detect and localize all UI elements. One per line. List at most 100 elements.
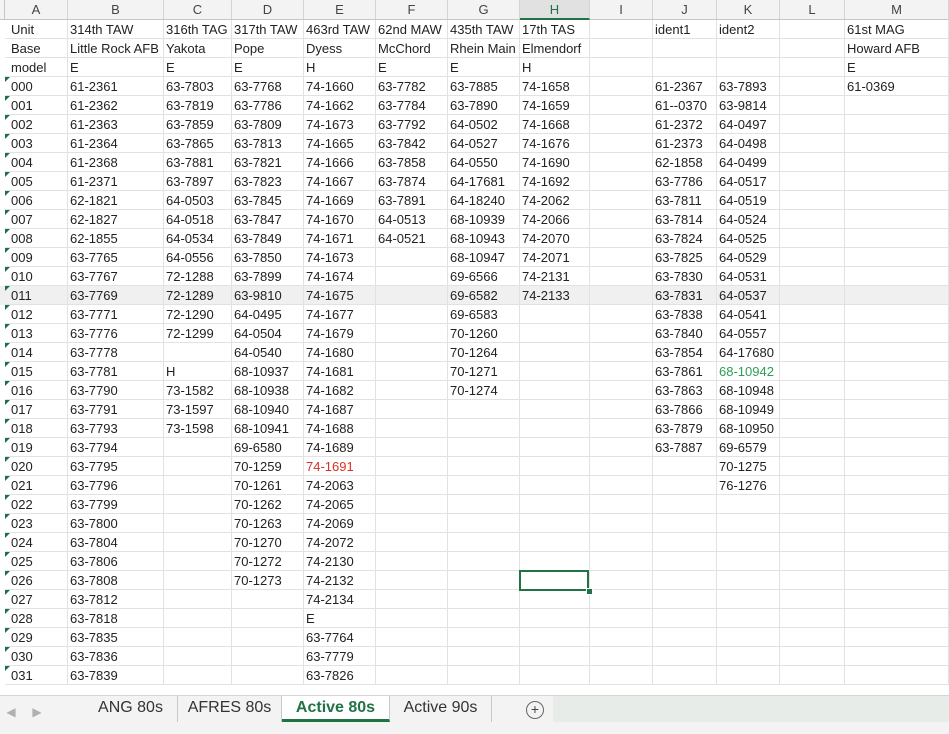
cell-h33[interactable]	[520, 628, 590, 647]
cell-f9[interactable]: 63-7874	[376, 172, 448, 191]
cell-i1[interactable]	[590, 20, 653, 39]
cell-a15[interactable]: 011	[5, 286, 68, 305]
cell-c7[interactable]: 63-7865	[164, 134, 232, 153]
cell-d27[interactable]: 70-1263	[232, 514, 304, 533]
cell-g10[interactable]: 64-18240	[448, 191, 520, 210]
cell-c6[interactable]: 63-7859	[164, 115, 232, 134]
cell-l11[interactable]	[780, 210, 845, 229]
cell-j9[interactable]: 63-7786	[653, 172, 717, 191]
cell-i22[interactable]	[590, 419, 653, 438]
cell-f27[interactable]	[376, 514, 448, 533]
cell-k13[interactable]: 64-0529	[717, 248, 780, 267]
cell-f20[interactable]	[376, 381, 448, 400]
cell-k33[interactable]	[717, 628, 780, 647]
cell-a8[interactable]: 004	[5, 153, 68, 172]
cell-h3[interactable]: H	[520, 58, 590, 77]
cell-h1[interactable]: 17th TAS	[520, 20, 590, 39]
cell-m22[interactable]	[845, 419, 949, 438]
cell-f14[interactable]	[376, 267, 448, 286]
cell-f32[interactable]	[376, 609, 448, 628]
cell-b22[interactable]: 63-7793	[68, 419, 164, 438]
cell-l24[interactable]	[780, 457, 845, 476]
cell-h19[interactable]	[520, 362, 590, 381]
cell-k18[interactable]: 64-17680	[717, 343, 780, 362]
cell-b9[interactable]: 61-2371	[68, 172, 164, 191]
cell-d34[interactable]	[232, 647, 304, 666]
cell-e29[interactable]: 74-2130	[304, 552, 376, 571]
cell-h15[interactable]: 74-2133	[520, 286, 590, 305]
cell-l29[interactable]	[780, 552, 845, 571]
cell-d32[interactable]	[232, 609, 304, 628]
cell-m1[interactable]: 61st MAG	[845, 20, 949, 39]
cell-f23[interactable]	[376, 438, 448, 457]
cell-c24[interactable]	[164, 457, 232, 476]
cell-f30[interactable]	[376, 571, 448, 590]
cell-e17[interactable]: 74-1679	[304, 324, 376, 343]
cell-a3[interactable]: model	[5, 58, 68, 77]
cell-m9[interactable]	[845, 172, 949, 191]
cell-f13[interactable]	[376, 248, 448, 267]
cell-a32[interactable]: 028	[5, 609, 68, 628]
cell-b24[interactable]: 63-7795	[68, 457, 164, 476]
cell-g35[interactable]	[448, 666, 520, 685]
cell-g28[interactable]	[448, 533, 520, 552]
cell-c2[interactable]: Yakota	[164, 39, 232, 58]
cell-c4[interactable]: 63-7803	[164, 77, 232, 96]
cell-k15[interactable]: 64-0537	[717, 286, 780, 305]
cell-l9[interactable]	[780, 172, 845, 191]
cell-c19[interactable]: H	[164, 362, 232, 381]
cell-g6[interactable]: 64-0502	[448, 115, 520, 134]
cell-d29[interactable]: 70-1272	[232, 552, 304, 571]
cell-b35[interactable]: 63-7839	[68, 666, 164, 685]
cell-e6[interactable]: 74-1673	[304, 115, 376, 134]
cell-m20[interactable]	[845, 381, 949, 400]
cell-i6[interactable]	[590, 115, 653, 134]
cell-h12[interactable]: 74-2070	[520, 229, 590, 248]
column-header-k[interactable]: K	[717, 0, 780, 20]
cell-d19[interactable]: 68-10937	[232, 362, 304, 381]
cell-m16[interactable]	[845, 305, 949, 324]
cell-k7[interactable]: 64-0498	[717, 134, 780, 153]
cell-j17[interactable]: 63-7840	[653, 324, 717, 343]
cell-d8[interactable]: 63-7821	[232, 153, 304, 172]
cell-e18[interactable]: 74-1680	[304, 343, 376, 362]
cell-j35[interactable]	[653, 666, 717, 685]
cell-g29[interactable]	[448, 552, 520, 571]
cell-f34[interactable]	[376, 647, 448, 666]
cell-b28[interactable]: 63-7804	[68, 533, 164, 552]
cell-l30[interactable]	[780, 571, 845, 590]
cell-g21[interactable]	[448, 400, 520, 419]
cell-k35[interactable]	[717, 666, 780, 685]
cell-g16[interactable]: 69-6583	[448, 305, 520, 324]
cell-l32[interactable]	[780, 609, 845, 628]
column-header-i[interactable]: I	[590, 0, 653, 20]
cell-h25[interactable]	[520, 476, 590, 495]
cell-j22[interactable]: 63-7879	[653, 419, 717, 438]
cell-k32[interactable]	[717, 609, 780, 628]
cell-j10[interactable]: 63-7811	[653, 191, 717, 210]
cell-k12[interactable]: 64-0525	[717, 229, 780, 248]
cell-l15[interactable]	[780, 286, 845, 305]
cell-h8[interactable]: 74-1690	[520, 153, 590, 172]
cell-c33[interactable]	[164, 628, 232, 647]
cell-k28[interactable]	[717, 533, 780, 552]
cell-f16[interactable]	[376, 305, 448, 324]
cell-e28[interactable]: 74-2072	[304, 533, 376, 552]
cell-e30[interactable]: 74-2132	[304, 571, 376, 590]
cell-g7[interactable]: 64-0527	[448, 134, 520, 153]
cell-b25[interactable]: 63-7796	[68, 476, 164, 495]
cell-l35[interactable]	[780, 666, 845, 685]
cell-b29[interactable]: 63-7806	[68, 552, 164, 571]
cell-j23[interactable]: 63-7887	[653, 438, 717, 457]
cell-f4[interactable]: 63-7782	[376, 77, 448, 96]
cell-m10[interactable]	[845, 191, 949, 210]
cell-l18[interactable]	[780, 343, 845, 362]
cell-d4[interactable]: 63-7768	[232, 77, 304, 96]
cell-a6[interactable]: 002	[5, 115, 68, 134]
cell-i20[interactable]	[590, 381, 653, 400]
cell-e27[interactable]: 74-2069	[304, 514, 376, 533]
cell-m6[interactable]	[845, 115, 949, 134]
cell-g3[interactable]: E	[448, 58, 520, 77]
cell-g34[interactable]	[448, 647, 520, 666]
cell-l23[interactable]	[780, 438, 845, 457]
